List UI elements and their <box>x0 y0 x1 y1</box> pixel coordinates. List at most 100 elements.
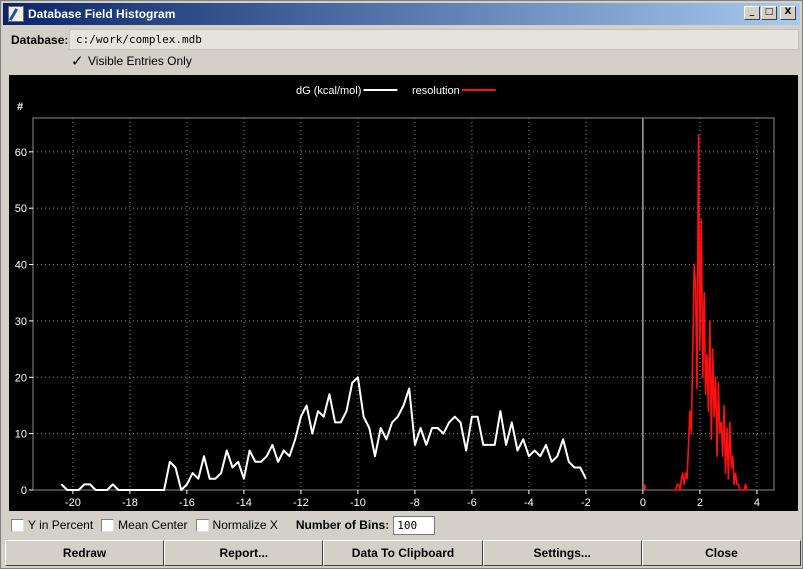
data-point-0 <box>334 421 336 423</box>
grid-lines <box>33 118 774 490</box>
data-point-0 <box>442 433 444 435</box>
data-point-0 <box>294 438 296 440</box>
minimize-button[interactable]: _ <box>744 6 760 20</box>
checkbox-box[interactable] <box>195 518 209 532</box>
data-point-0 <box>402 404 405 407</box>
data-point-0 <box>522 438 524 440</box>
axes: -20 -18 -16 -14 -12 -10 -8 -6 -4 -2 0 2 401020304050… <box>15 101 775 509</box>
histogram-window: Database Field Histogram _ □ X Database:… <box>0 0 803 569</box>
report-button[interactable]: Report... <box>164 540 324 566</box>
data-point-0 <box>499 410 501 412</box>
data-point-0 <box>306 404 308 407</box>
data-point-0 <box>511 421 513 423</box>
series-line-1 <box>671 134 748 491</box>
visible-entries-checkbox[interactable]: ✓ Visible Entries Only <box>71 52 192 70</box>
settings-button[interactable]: Settings... <box>482 540 642 566</box>
data-point-1 <box>717 382 720 384</box>
data-point-1 <box>679 489 681 491</box>
data-point-1 <box>724 472 727 474</box>
data-point-0 <box>112 483 114 485</box>
visible-entries-label: Visible Entries Only <box>88 54 192 68</box>
histogram-plot: -20 -18 -16 -14 -12 -10 -8 -6 -4 -2 0 2 4 0 10 20 30 40 50… <box>9 75 798 511</box>
legend: dG (kcal/mol) resolution <box>296 85 496 97</box>
y-in-percent-checkbox[interactable]: Y in Percent <box>11 518 93 532</box>
data-point-0 <box>562 438 564 440</box>
data-point-0 <box>72 489 74 491</box>
data-point-0 <box>152 489 154 491</box>
data-point-1 <box>743 489 745 491</box>
close-window-button[interactable]: X <box>780 6 796 20</box>
data-point-0 <box>465 449 467 452</box>
bins-input[interactable]: 100 <box>393 515 436 535</box>
data-point-1 <box>672 489 674 491</box>
title-bar[interactable]: Database Field Histogram _ □ X <box>3 3 800 25</box>
data-point-0 <box>505 444 507 446</box>
data-point-0 <box>288 455 291 457</box>
data-point-1 <box>730 466 732 469</box>
data-point-1 <box>732 455 734 457</box>
redraw-button[interactable]: Redraw <box>5 540 165 566</box>
data-point-0 <box>454 416 456 418</box>
data-point-0 <box>556 455 559 457</box>
data-point-0 <box>249 449 251 452</box>
data-point-1 <box>693 263 695 266</box>
data-point-0 <box>135 489 137 491</box>
data-point-1 <box>740 489 742 491</box>
checkbox-box[interactable] <box>101 518 115 532</box>
data-point-1 <box>695 286 697 288</box>
checkmark-icon: ✓ <box>71 52 84 70</box>
data-point-0 <box>345 410 348 412</box>
x-tick-label: -10 <box>350 497 366 509</box>
app-icon <box>8 6 24 22</box>
maximize-button[interactable]: □ <box>761 6 777 20</box>
data-point-0 <box>271 444 273 446</box>
y-tick-label: 60 <box>15 147 27 159</box>
data-point-0 <box>66 489 68 491</box>
data-point-0 <box>477 416 479 418</box>
data-to-clipboard-button[interactable]: Data To Clipboard <box>323 540 483 566</box>
data-point-0 <box>157 489 159 491</box>
data-point-0 <box>163 489 165 491</box>
data-point-0 <box>140 489 142 491</box>
normalize-x-label: Normalize X <box>212 518 278 532</box>
data-point-0 <box>100 489 102 491</box>
data-point-1 <box>723 404 725 407</box>
data-point-0 <box>551 461 553 463</box>
data-point-0 <box>408 387 410 390</box>
database-path-field[interactable]: c:/work/complex.mdb <box>69 29 799 50</box>
data-point-1 <box>690 433 692 435</box>
mean-center-checkbox[interactable]: Mean Center <box>101 518 188 532</box>
data-point-1 <box>739 489 741 491</box>
checkbox-box[interactable] <box>11 518 24 532</box>
data-point-1 <box>744 483 747 485</box>
data-point-0 <box>231 466 234 469</box>
x-tick-label: -20 <box>65 497 81 509</box>
data-point-0 <box>254 461 256 463</box>
data-point-0 <box>311 433 313 435</box>
data-point-0 <box>431 427 433 429</box>
button-bar: Redraw Report... Data To Clipboard Setti… <box>5 540 802 566</box>
data-point-0 <box>209 478 211 480</box>
normalize-x-checkbox[interactable]: Normalize X <box>195 518 278 532</box>
data-point-0 <box>579 466 581 469</box>
data-point-0 <box>123 489 125 491</box>
data-point-1 <box>677 483 680 485</box>
x-tick-label: -12 <box>293 497 309 509</box>
data-point-1 <box>734 472 737 474</box>
data-point-0 <box>516 449 519 452</box>
data-point-1 <box>685 472 687 474</box>
data-point-0 <box>317 410 319 412</box>
data-point-0 <box>197 478 199 480</box>
data-point-1 <box>673 489 675 491</box>
data-point-0 <box>573 466 576 469</box>
data-point-1 <box>686 478 688 480</box>
data-point-1 <box>746 489 748 491</box>
data-point-0 <box>351 382 353 384</box>
data-point-1 <box>729 421 731 423</box>
y-tick-label: 0 <box>21 485 27 497</box>
data-point-0 <box>169 461 171 463</box>
data-point-0 <box>214 478 216 480</box>
data-point-0 <box>220 472 222 474</box>
data-point-0 <box>300 416 302 418</box>
close-button[interactable]: Close <box>641 540 802 566</box>
